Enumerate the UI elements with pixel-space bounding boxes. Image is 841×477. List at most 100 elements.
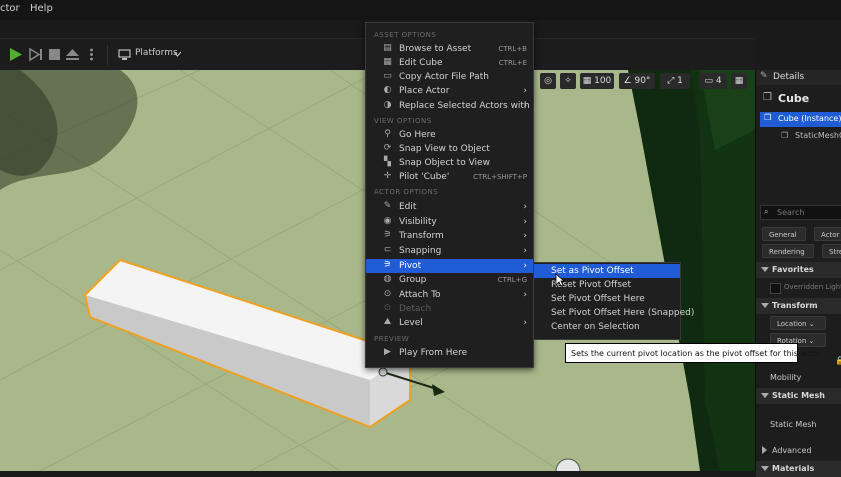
snap-object-icon: ▚ bbox=[384, 157, 391, 167]
world-icon[interactable]: ◎ bbox=[540, 73, 556, 89]
chevron-right-icon: › bbox=[523, 318, 527, 328]
transform-icon: ⚞ bbox=[383, 230, 392, 240]
pencil-icon: ✎ bbox=[760, 71, 768, 81]
submenu-center-on-selection[interactable]: Center on Selection bbox=[534, 320, 680, 334]
menu-snap-view-to-object[interactable]: ⟳ Snap View to Object bbox=[366, 142, 533, 156]
menu-label: Snap View to Object bbox=[399, 144, 490, 154]
menu-label: Attach To bbox=[399, 290, 441, 300]
step-icon[interactable] bbox=[28, 47, 43, 62]
menu-label: Snapping bbox=[399, 246, 442, 256]
details-title: Details bbox=[773, 72, 805, 82]
menu-label: Pilot 'Cube' bbox=[399, 172, 450, 182]
menu-label: Edit bbox=[399, 202, 417, 212]
play-icon[interactable] bbox=[8, 47, 23, 62]
chevron-right-icon: › bbox=[523, 217, 527, 227]
level-icon: ⛰ bbox=[383, 317, 392, 327]
menu-pilot-cube[interactable]: ✛ Pilot 'Cube' CTRL+SHIFT+P bbox=[366, 170, 533, 184]
menu-copy-actor-file-path[interactable]: ▭ Copy Actor File Path bbox=[366, 70, 533, 84]
menu-actor[interactable]: ctor bbox=[0, 3, 20, 14]
grid-snap-button[interactable]: ▦ 100 bbox=[580, 73, 614, 89]
lock-icon[interactable]: 🔒 bbox=[835, 356, 841, 365]
search-icon: ⌕ bbox=[764, 207, 769, 216]
location-dropdown[interactable]: Location ⌄ bbox=[770, 316, 826, 330]
menu-play-from-here[interactable]: ▶ Play From Here bbox=[366, 346, 533, 360]
tree-item-staticmesh[interactable]: StaticMeshC bbox=[795, 131, 841, 140]
eye-icon: ◉ bbox=[383, 216, 392, 226]
chevron-right-icon: › bbox=[523, 231, 527, 241]
search-input[interactable]: ⌕ Search bbox=[760, 205, 841, 220]
menu-bar: ctor Help bbox=[0, 0, 841, 20]
tree-item-label: Cube (Instance) bbox=[778, 114, 841, 123]
pivot-icon: ⚞ bbox=[383, 260, 392, 270]
menu-snapping[interactable]: ⊂ Snapping › bbox=[366, 244, 533, 258]
favorites-item: Overridden Light bbox=[784, 283, 841, 291]
filter-streaming[interactable]: Stre bbox=[822, 244, 841, 258]
surface-snap-icon[interactable]: ✧ bbox=[560, 73, 576, 89]
mouse-cursor-icon bbox=[555, 273, 565, 287]
replace-icon: ◑ bbox=[383, 100, 392, 110]
menu-browse-to-asset[interactable]: ▤ Browse to Asset CTRL+B bbox=[366, 42, 533, 56]
section-preview: PREVIEW bbox=[374, 335, 410, 343]
menu-visibility[interactable]: ◉ Visibility › bbox=[366, 215, 533, 229]
menu-label: Play From Here bbox=[399, 348, 468, 358]
menu-snap-object-to-view[interactable]: ▚ Snap Object to View bbox=[366, 156, 533, 170]
menu-level[interactable]: ⛰ Level › bbox=[366, 316, 533, 330]
pencil-icon: ✎ bbox=[383, 201, 392, 211]
menu-go-here[interactable]: ⚲ Go Here bbox=[366, 128, 533, 142]
submenu-label: Set Pivot Offset Here bbox=[551, 294, 645, 304]
menu-attach-to[interactable]: ⊙ Attach To › bbox=[366, 288, 533, 302]
advanced-label[interactable]: Advanced bbox=[772, 446, 812, 455]
menu-place-actor[interactable]: ◐ Place Actor › bbox=[366, 84, 533, 98]
stop-icon[interactable] bbox=[47, 47, 62, 62]
layout-icon[interactable]: ▦ bbox=[731, 73, 747, 89]
expand-icon[interactable] bbox=[762, 446, 767, 454]
menu-shortcut: CTRL+SHIFT+P bbox=[473, 173, 527, 181]
tree-item-cube-instance[interactable]: ❒ Cube (Instance) bbox=[760, 112, 841, 127]
filter-rendering[interactable]: Rendering bbox=[762, 244, 814, 258]
platforms-dropdown[interactable]: Platforms bbox=[135, 48, 178, 58]
menu-label: Go Here bbox=[399, 130, 436, 140]
menu-replace-selected-actors[interactable]: ◑ Replace Selected Actors with › bbox=[366, 99, 533, 113]
edit-asset-icon: ▦ bbox=[383, 57, 392, 67]
section-materials[interactable]: Materials bbox=[756, 461, 841, 477]
rotation-snap-button[interactable]: ∠ 90° bbox=[619, 73, 655, 89]
pilot-icon: ✛ bbox=[383, 171, 392, 181]
chevron-right-icon: › bbox=[523, 290, 527, 300]
menu-group[interactable]: ◍ Group CTRL+G bbox=[366, 273, 533, 287]
menu-label: Snap Object to View bbox=[399, 158, 490, 168]
scale-snap-button[interactable]: ⤢ 1 bbox=[660, 73, 690, 89]
place-actor-icon: ◐ bbox=[383, 85, 392, 95]
submenu-set-pivot-offset-here-snapped[interactable]: Set Pivot Offset Here (Snapped) bbox=[534, 306, 694, 320]
section-view-options: VIEW OPTIONS bbox=[374, 117, 432, 125]
cube-icon: ❒ bbox=[763, 92, 772, 103]
toolbar-divider bbox=[107, 45, 108, 65]
menu-pivot[interactable]: ⚞ Pivot › bbox=[366, 259, 533, 273]
menu-transform[interactable]: ⚞ Transform › bbox=[366, 229, 533, 243]
filter-general[interactable]: General bbox=[762, 227, 806, 241]
menu-help[interactable]: Help bbox=[30, 3, 53, 14]
go-here-icon: ⚲ bbox=[384, 129, 391, 139]
more-options-icon[interactable] bbox=[84, 47, 99, 62]
override-checkbox[interactable] bbox=[770, 283, 781, 294]
snap-view-icon: ⟳ bbox=[383, 143, 392, 153]
section-transform-label: Transform bbox=[772, 301, 818, 310]
section-static-mesh[interactable]: Static Mesh bbox=[756, 388, 841, 404]
section-transform[interactable]: Transform bbox=[756, 298, 841, 314]
submenu-set-pivot-offset-here[interactable]: Set Pivot Offset Here bbox=[534, 292, 680, 306]
platforms-icon bbox=[118, 49, 131, 60]
actor-name[interactable]: Cube bbox=[778, 92, 809, 105]
filter-actor[interactable]: Actor bbox=[814, 227, 841, 241]
grid-snap-value: 100 bbox=[594, 76, 612, 86]
menu-label: Copy Actor File Path bbox=[399, 72, 489, 82]
section-asset-options: ASSET OPTIONS bbox=[374, 31, 437, 39]
menu-edit-cube[interactable]: ▦ Edit Cube CTRL+E bbox=[366, 56, 533, 70]
menu-label: Level bbox=[399, 318, 423, 328]
chevron-right-icon: › bbox=[523, 261, 527, 271]
chevron-right-icon: › bbox=[523, 202, 527, 212]
cube-icon: ❒ bbox=[764, 113, 772, 122]
menu-edit[interactable]: ✎ Edit › bbox=[366, 200, 533, 214]
eject-icon[interactable] bbox=[65, 47, 80, 62]
section-favorites[interactable]: Favorites bbox=[756, 262, 841, 278]
details-tab[interactable]: ✎ Details bbox=[756, 70, 841, 85]
camera-speed-button[interactable]: ▭ 4 bbox=[699, 73, 727, 89]
